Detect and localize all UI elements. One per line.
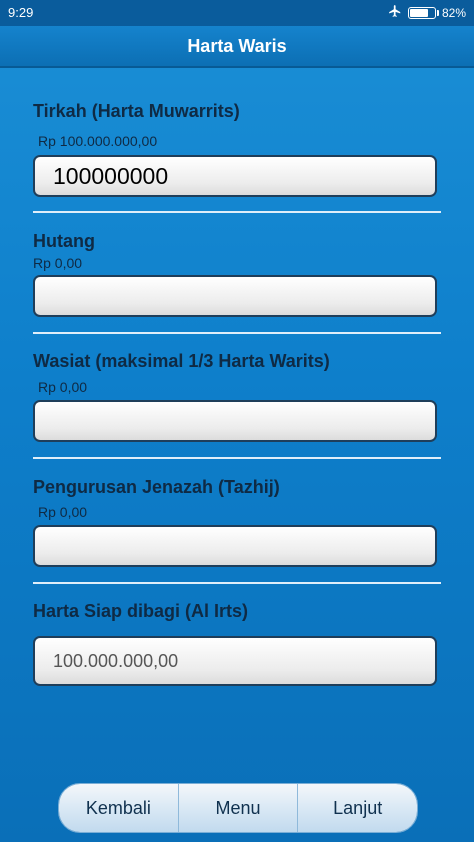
divider [33,457,441,459]
menu-button[interactable]: Menu [178,784,299,832]
page-title: Harta Waris [0,26,474,68]
wasiat-amount: Rp 0,00 [38,379,88,395]
jenazah-input[interactable] [33,525,437,567]
tirkah-amount: Rp 100.000.000,00 [38,133,158,149]
jenazah-amount: Rp 0,00 [38,504,88,520]
siap-output: 100.000.000,00 [33,636,437,686]
hutang-label: Hutang [33,231,95,251]
tirkah-label: Tirkah (Harta Muwarrits) [33,101,240,121]
battery-level [409,8,428,17]
status-right: 82% [388,4,466,21]
next-button[interactable]: Lanjut [298,784,417,832]
divider [33,211,441,213]
battery-icon [407,6,439,19]
divider [33,332,441,334]
hutang-amount: Rp 0,00 [33,255,83,271]
wasiat-label: Wasiat (maksimal 1/3 Harta Warits) [33,351,330,371]
back-button[interactable]: Kembali [59,784,179,832]
jenazah-label: Pengurusan Jenazah (Tazhij) [33,477,280,497]
bottom-button-group: Kembali Menu Lanjut [58,783,418,833]
status-time: 9:29 [8,5,34,20]
tirkah-input[interactable]: 100000000 [33,155,437,197]
airplane-mode-icon [388,4,402,21]
battery-percent: 82% [441,5,466,20]
status-bar: 9:29 82% [0,0,474,26]
siap-label: Harta Siap dibagi (Al Irts) [33,601,249,621]
wasiat-input[interactable] [33,400,437,442]
hutang-input[interactable] [33,275,437,317]
divider [33,582,441,584]
